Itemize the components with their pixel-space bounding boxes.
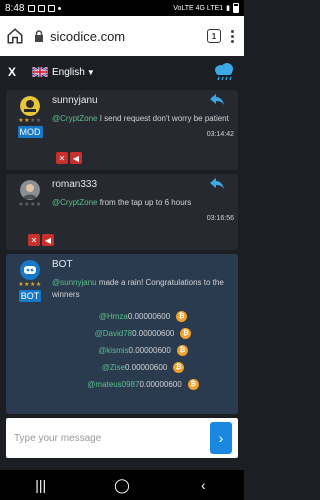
mute-user-button[interactable]: ◀ xyxy=(42,234,54,246)
chat-header: X English ▼ xyxy=(0,56,244,88)
avatar[interactable] xyxy=(20,180,40,200)
user-rank-stars: ★★★★ xyxy=(18,282,42,288)
message-composer: › xyxy=(6,418,238,458)
chat-feed[interactable]: ★★★★ MOD sunnyjanu @CryptZone I send req… xyxy=(6,90,238,418)
send-button[interactable]: › xyxy=(210,422,232,454)
battery-icon xyxy=(233,3,239,13)
robot-icon xyxy=(24,266,36,274)
back-icon[interactable]: ‹ xyxy=(193,477,213,493)
network-status: VoLTE 4G LTE1 xyxy=(173,4,224,12)
browser-toolbar: sicodice.com 1 xyxy=(0,16,244,56)
bitcoin-icon: ₿ xyxy=(180,328,192,339)
more-notifications-icon xyxy=(58,6,62,10)
message-text: @CryptZone I send request don't worry be… xyxy=(52,114,229,123)
bot-message: ★★★★ BOT BOT @sunnyjanu made a rain! Con… xyxy=(6,254,238,414)
ban-user-button[interactable]: ✕ xyxy=(28,234,40,246)
notification-icon xyxy=(48,4,56,12)
winner-row: @kismis 0.00000600 ₿ xyxy=(52,345,234,356)
message-text: @sunnyjanu made a rain! Congratulations … xyxy=(52,278,224,299)
close-chat-button[interactable]: X xyxy=(8,65,16,79)
message-timestamp: 03:14:42 xyxy=(206,131,234,138)
user-rank-stars: ★★★★ xyxy=(18,202,42,208)
system-navigation-bar: ||| ◯ ‹ xyxy=(0,470,244,500)
message-mention[interactable]: @CryptZone xyxy=(52,114,97,123)
chevron-down-icon[interactable]: ▼ xyxy=(87,68,95,77)
winner-row: @David78 0.00000600 ₿ xyxy=(52,328,234,339)
bot-avatar xyxy=(20,260,40,280)
message-input[interactable] xyxy=(14,432,238,444)
chevron-right-icon: › xyxy=(218,430,224,446)
mute-user-button[interactable]: ◀ xyxy=(70,152,82,164)
rain-cloud-icon[interactable] xyxy=(212,62,236,82)
role-badge: BOT xyxy=(18,290,42,302)
message-mention[interactable]: @CryptZone xyxy=(52,198,97,207)
notification-icon xyxy=(38,4,46,12)
role-badge: MOD xyxy=(17,126,43,138)
language-select[interactable]: English xyxy=(52,67,85,78)
avatar[interactable] xyxy=(20,96,40,116)
message-text: @CryptZone from the tap up to 6 hours xyxy=(52,198,192,207)
status-bar: 8:48 VoLTE 4G LTE1 ▮ xyxy=(0,0,244,16)
reply-icon[interactable] xyxy=(210,178,224,189)
winner-row: @Zise 0.00000600 ₿ xyxy=(52,362,234,373)
bitcoin-icon: ₿ xyxy=(173,362,185,373)
moderation-actions: ✕ ◀ xyxy=(28,234,54,246)
bitcoin-icon: ₿ xyxy=(187,379,199,390)
home-button-icon[interactable]: ◯ xyxy=(112,477,132,493)
winner-row: @mateus0987 0.00000600 ₿ xyxy=(52,379,234,390)
status-time: 8:48 xyxy=(5,2,25,14)
bitcoin-icon: ₿ xyxy=(176,311,188,322)
uk-flag-icon xyxy=(32,67,49,77)
url-field[interactable]: sicodice.com xyxy=(50,29,207,44)
moderation-actions: ✕ ◀ xyxy=(56,152,82,164)
recent-apps-icon[interactable]: ||| xyxy=(31,477,51,493)
bitcoin-icon: ₿ xyxy=(176,345,188,356)
winner-row: @Hmza 0.00000600 ₿ xyxy=(52,311,234,322)
message-timestamp: 03:16:56 xyxy=(206,215,234,222)
notification-icon xyxy=(28,4,36,12)
rain-winners-list: @Hmza 0.00000600 ₿ @David78 0.00000600 ₿ @k… xyxy=(52,311,234,390)
message-username[interactable]: roman333 xyxy=(52,179,234,190)
message-username[interactable]: sunnyjanu xyxy=(52,95,234,106)
tab-switcher-button[interactable]: 1 xyxy=(207,29,221,43)
browser-menu-icon[interactable] xyxy=(231,29,234,43)
chat-message: ★★★★ MOD sunnyjanu @CryptZone I send req… xyxy=(6,90,238,170)
reply-icon[interactable] xyxy=(210,94,224,105)
home-icon[interactable] xyxy=(6,27,24,45)
user-rank-stars: ★★★★ xyxy=(18,118,42,124)
signal-icon: ▮ xyxy=(226,5,230,12)
lock-icon xyxy=(35,30,43,42)
message-mention[interactable]: @sunnyjanu xyxy=(52,278,97,287)
ban-user-button[interactable]: ✕ xyxy=(56,152,68,164)
message-username: BOT xyxy=(52,259,73,270)
